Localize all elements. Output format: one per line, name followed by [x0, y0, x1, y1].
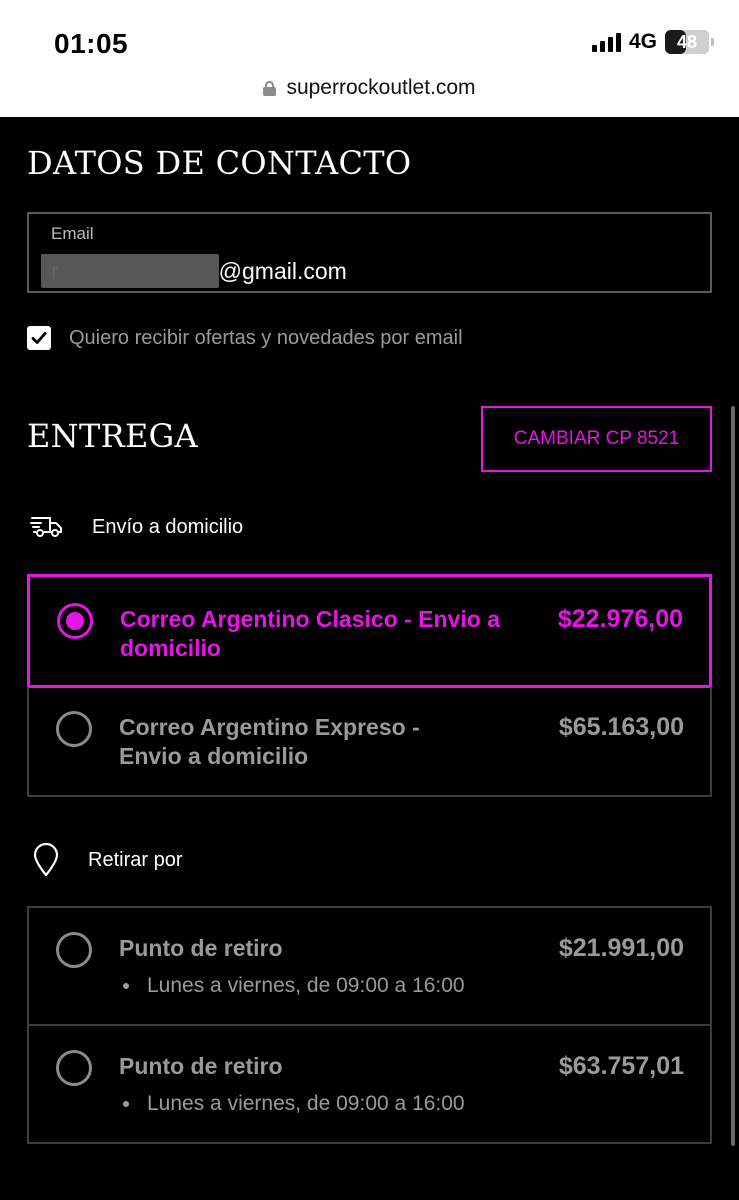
url-bar[interactable]: superrockoutlet.com [0, 76, 739, 100]
email-suffix: @gmail.com [218, 257, 347, 284]
contact-heading: DATOS DE CONTACTO [27, 144, 412, 182]
pickup-label: Retirar por [88, 848, 183, 871]
radio-selected[interactable] [57, 603, 93, 639]
newsletter-label: Quiero recibir ofertas y novedades por e… [69, 326, 463, 349]
email-label: Email [51, 224, 94, 243]
radio-unselected[interactable] [56, 932, 92, 968]
pickup-option-hours: Lunes a viernes, de 09:00 a 16:00 [119, 1092, 465, 1116]
shipping-option-price: $22.976,00 [557, 605, 683, 633]
radio-unselected[interactable] [56, 711, 92, 747]
shipping-option-clasico[interactable]: Correo Argentino Clasico - Envio a domic… [27, 574, 712, 688]
location-pin-icon [33, 843, 59, 877]
pickup-option-price: $21.991,00 [558, 934, 684, 962]
pickup-option-2[interactable]: Punto de retiro $63.757,01 Lunes a viern… [27, 1024, 712, 1144]
check-icon [31, 332, 47, 344]
shipping-option-expreso[interactable]: Correo Argentino Expreso - Envio a domic… [27, 687, 712, 797]
status-time: 01:05 [54, 28, 129, 59]
shipping-option-price: $65.163,00 [558, 713, 684, 741]
newsletter-checkbox[interactable] [27, 326, 51, 350]
pickup-option-price: $63.757,01 [558, 1052, 684, 1080]
delivery-heading: ENTREGA [27, 417, 198, 455]
battery-level: 48 [676, 31, 698, 52]
lock-icon [263, 80, 277, 96]
shipping-option-title: Correo Argentino Expreso - Envio a domic… [119, 714, 420, 769]
email-field[interactable]: Email r @gmail.com [27, 212, 712, 293]
signal-icon [591, 32, 621, 52]
delivery-truck-icon [30, 517, 62, 537]
home-delivery-group: Envío a domicilio [30, 514, 243, 540]
status-indicators: 4G 48 [591, 30, 714, 54]
network-type: 4G [628, 30, 657, 53]
shipping-option-title: Correo Argentino Clasico - Envio a domic… [120, 606, 500, 661]
pickup-group: Retirar por [30, 843, 182, 877]
newsletter-option[interactable]: Quiero recibir ofertas y novedades por e… [27, 326, 463, 350]
change-postal-code-button[interactable]: CAMBIAR CP 8521 [481, 406, 712, 472]
pickup-option-1[interactable]: Punto de retiro $21.991,00 Lunes a viern… [27, 906, 712, 1026]
battery-icon: 48 [665, 30, 714, 54]
url-text: superrockoutlet.com [286, 76, 476, 99]
pickup-hours-text: Lunes a viernes, de 09:00 a 16:00 [147, 1092, 465, 1115]
redacted-block [40, 254, 219, 288]
pickup-option-title: Punto de retiro [119, 935, 283, 961]
pickup-option-hours: Lunes a viernes, de 09:00 a 16:00 [119, 974, 465, 998]
scrollbar[interactable] [731, 406, 735, 1146]
bullet-icon [123, 983, 129, 989]
home-delivery-label: Envío a domicilio [92, 515, 244, 538]
radio-unselected[interactable] [56, 1050, 92, 1086]
bullet-icon [123, 1101, 129, 1107]
pickup-option-title: Punto de retiro [119, 1053, 283, 1079]
browser-chrome: 01:05 4G 48 superrockoutlet.com [0, 0, 739, 117]
email-value[interactable]: r @gmail.com [40, 254, 347, 288]
pickup-hours-text: Lunes a viernes, de 09:00 a 16:00 [147, 974, 465, 997]
